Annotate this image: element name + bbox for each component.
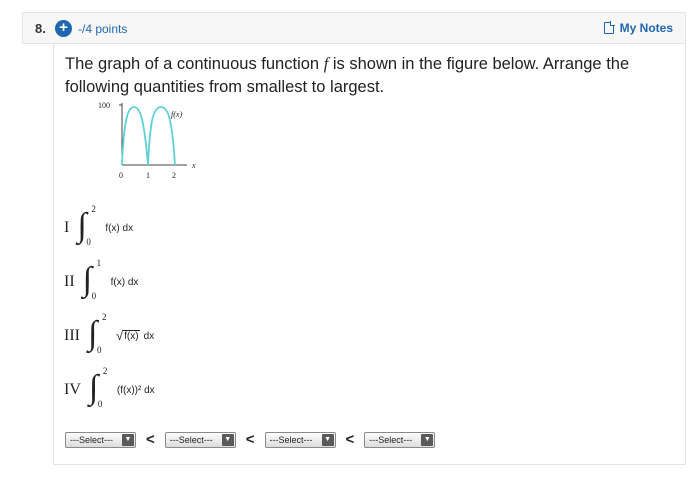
quantity-IV: IV ∫ 2 0 (f(x))² dx [64,366,155,409]
quantity-I: I ∫ 2 0 f(x) dx [64,204,134,247]
integral-sign: ∫ 2 0 [88,366,108,409]
radicand: f(x) [123,329,140,342]
my-notes-button[interactable]: My Notes [603,21,673,35]
x-tick-label: 2 [172,171,176,180]
upper-limit: 2 [91,204,96,214]
ordering-row: ---Select--- ▼ < ---Select--- ▼ < ---Sel… [65,431,436,448]
less-than-sign: < [345,431,355,448]
upper-limit: 2 [101,312,107,322]
roman-numeral: IV [64,381,81,398]
x-tick-label: 1 [146,171,150,180]
less-than-sign: < [245,431,255,448]
integrand: (f(x))² dx [116,384,155,396]
integrand: f(x) dx [110,276,139,288]
roman-numeral: II [64,273,75,290]
lower-limit: 0 [91,291,97,301]
question-header: 8. + -/4 points My Notes [22,12,686,44]
roman-numeral: I [64,219,70,236]
upper-limit: 2 [102,366,108,376]
function-curve [121,106,176,166]
y-tick-label: 100 [98,101,110,110]
question-prompt: The graph of a continuous function f is … [65,54,630,96]
curve-label: f(x) [171,110,182,119]
x-tick-label: 0 [119,171,123,180]
upper-limit: 1 [96,258,102,268]
my-notes-label: My Notes [619,21,673,35]
quantity-II: II ∫ 1 0 f(x) dx [64,258,139,301]
dropdown-arrow-icon: ▼ [421,433,434,446]
order-select-2[interactable]: ---Select--- ▼ [164,431,236,448]
note-icon [603,21,615,34]
question-number: 8. [35,21,46,36]
lower-limit: 0 [97,399,103,409]
integral-sign: ∫ 2 0 [87,312,107,355]
points-label: -/4 points [78,22,128,36]
roman-numeral: III [64,327,80,344]
square-root: √ f(x) [115,327,140,343]
quantity-III: III ∫ 2 0 √ f(x) dx [64,312,155,355]
dropdown-arrow-icon: ▼ [122,433,134,446]
dropdown-arrow-icon: ▼ [221,433,234,446]
order-select-4[interactable]: ---Select--- ▼ [364,431,436,448]
dropdown-arrow-icon: ▼ [321,433,334,446]
lower-limit: 0 [96,345,102,355]
differential: dx [143,330,155,342]
integral-sign: ∫ 1 0 [82,258,102,301]
lower-limit: 0 [86,237,91,247]
function-graph: 100 f(x) x 0 1 2 [98,101,196,180]
x-axis-label: x [191,161,196,170]
integral-sign: ∫ 2 0 [77,204,96,247]
order-select-1[interactable]: ---Select--- ▼ [65,431,136,448]
expand-plus-icon[interactable]: + [55,20,72,37]
integrand: f(x) dx [105,222,134,234]
less-than-sign: < [146,431,155,448]
order-select-3[interactable]: ---Select--- ▼ [264,431,336,448]
